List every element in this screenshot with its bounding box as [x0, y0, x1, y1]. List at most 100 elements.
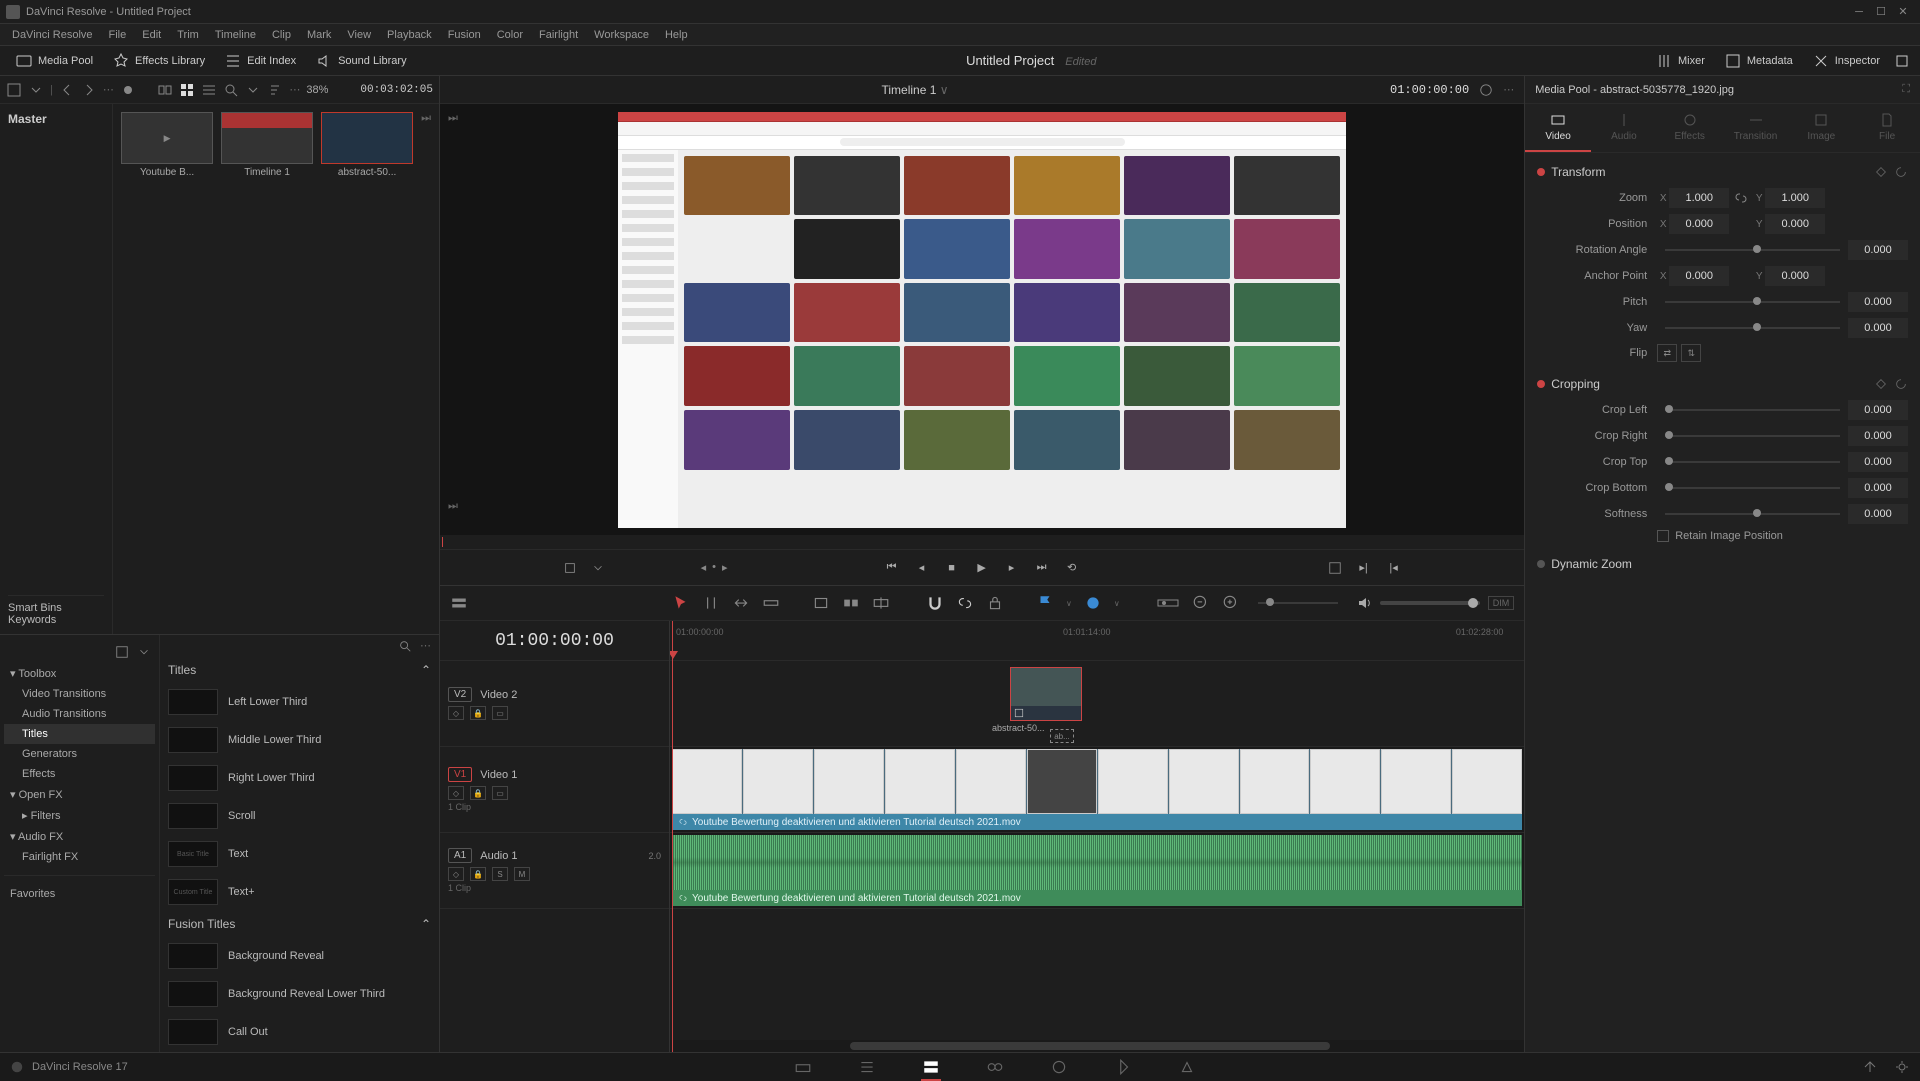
dynamic-trim-icon[interactable] — [732, 594, 750, 612]
bin-list-icon[interactable] — [6, 82, 22, 98]
timeline-view-options-icon[interactable] — [450, 594, 468, 612]
insert-clip-icon[interactable] — [812, 594, 830, 612]
auto-select-icon[interactable]: ◇ — [448, 706, 464, 720]
auto-select-icon[interactable]: ◇ — [448, 867, 464, 881]
menu-trim[interactable]: Trim — [169, 29, 207, 41]
track-badge-v1[interactable]: V1 — [448, 767, 472, 782]
metadata-toggle[interactable]: Metadata — [1715, 49, 1803, 73]
bypass-icon[interactable] — [1479, 83, 1493, 97]
search-icon[interactable] — [223, 82, 239, 98]
prev-frame-button[interactable]: ◂ — [914, 560, 930, 576]
blade-tool-icon[interactable] — [762, 594, 780, 612]
title-text[interactable]: Basic TitleText — [160, 835, 439, 873]
title-right-lower-third[interactable]: Right Lower Third — [160, 759, 439, 797]
timeline-tracks-area[interactable]: 01:00:00:00 01:01:14:00 01:02:28:00 abst… — [670, 621, 1524, 1052]
volume-slider[interactable] — [1380, 601, 1480, 605]
view-grid-icon[interactable] — [179, 82, 195, 98]
softness-input[interactable] — [1848, 504, 1908, 524]
fx-group-audiofx[interactable]: ▾ Audio FX — [4, 826, 155, 847]
lock-track-icon[interactable]: 🔒 — [470, 706, 486, 720]
fx-filters[interactable]: ▸ Filters — [4, 805, 155, 826]
crop-right-slider[interactable] — [1665, 435, 1840, 437]
pitch-slider[interactable] — [1665, 301, 1840, 303]
page-fusion[interactable] — [983, 1057, 1007, 1077]
zoom-y-input[interactable] — [1765, 188, 1825, 208]
clip-v1-youtube[interactable]: Youtube Bewertung deaktivieren und aktiv… — [672, 749, 1522, 830]
menu-fairlight[interactable]: Fairlight — [531, 29, 586, 41]
sound-library-toggle[interactable]: Sound Library — [306, 49, 417, 73]
page-deliver[interactable] — [1175, 1057, 1199, 1077]
menu-clip[interactable]: Clip — [264, 29, 299, 41]
viewer-timecode[interactable]: 01:00:00:00 — [1390, 83, 1469, 97]
pitch-input[interactable] — [1848, 292, 1908, 312]
menu-mark[interactable]: Mark — [299, 29, 339, 41]
fx-effects[interactable]: Effects — [4, 764, 155, 784]
trim-tool-icon[interactable] — [702, 594, 720, 612]
dynamic-zoom-header[interactable]: Dynamic Zoom — [1551, 557, 1632, 571]
clip-a1-youtube[interactable]: Youtube Bewertung deaktivieren und aktiv… — [672, 835, 1522, 906]
title-scroll[interactable]: Scroll — [160, 797, 439, 835]
fusion-bg-reveal[interactable]: Background Reveal — [160, 937, 439, 975]
chevron-down-icon[interactable] — [137, 645, 151, 659]
fx-audio-transitions[interactable]: Audio Transitions — [4, 704, 155, 724]
collapse-icon[interactable]: ⌃ — [421, 917, 431, 931]
transform-header[interactable]: Transform — [1551, 165, 1605, 179]
media-zoom-pct[interactable]: 38% — [306, 84, 328, 96]
enable-dot-icon[interactable] — [1537, 168, 1545, 176]
timeline-h-scrollbar[interactable] — [670, 1040, 1524, 1052]
menu-playback[interactable]: Playback — [379, 29, 440, 41]
enable-dot-icon[interactable] — [1537, 560, 1545, 568]
expand-button[interactable] — [1890, 49, 1914, 73]
page-media[interactable] — [791, 1057, 815, 1077]
menu-workspace[interactable]: Workspace — [586, 29, 657, 41]
menu-file[interactable]: File — [101, 29, 135, 41]
timeline-ruler[interactable]: 01:00:00:00 01:01:14:00 01:02:28:00 — [670, 621, 1524, 661]
track-header-v1[interactable]: V1Video 1 ◇🔒▭ 1 Clip — [440, 747, 669, 833]
fx-group-toolbox[interactable]: ▾ Toolbox — [4, 663, 155, 684]
edit-index-toggle[interactable]: Edit Index — [215, 49, 306, 73]
position-x-input[interactable] — [1669, 214, 1729, 234]
zoom-out-icon[interactable] — [1192, 594, 1210, 612]
title-text-plus[interactable]: Custom TitleText+ — [160, 873, 439, 911]
replace-clip-icon[interactable] — [872, 594, 890, 612]
cropping-header[interactable]: Cropping — [1551, 377, 1600, 391]
disable-video-icon[interactable]: ▭ — [492, 706, 508, 720]
crop-bottom-input[interactable] — [1848, 478, 1908, 498]
fx-fairlight[interactable]: Fairlight FX — [4, 847, 155, 867]
crop-top-slider[interactable] — [1665, 461, 1840, 463]
anchor-x-input[interactable] — [1669, 266, 1729, 286]
lock-track-icon[interactable]: 🔒 — [470, 786, 486, 800]
maximize-button[interactable]: ☐ — [1870, 4, 1892, 20]
keyframe-icon[interactable] — [1874, 377, 1888, 391]
rotation-slider[interactable] — [1665, 249, 1840, 251]
smart-bin-keywords[interactable]: Keywords — [8, 614, 104, 626]
title-left-lower-third[interactable]: Left Lower Third — [160, 683, 439, 721]
flag-icon[interactable] — [1036, 594, 1054, 612]
more-icon[interactable]: ⋯ — [1503, 83, 1514, 96]
expand-icon[interactable]: ⛶ — [1902, 83, 1910, 96]
zoom-x-input[interactable] — [1669, 188, 1729, 208]
skip-forward-icon[interactable]: ⏭ — [421, 112, 431, 125]
inspector-toggle[interactable]: Inspector — [1803, 49, 1890, 73]
menu-timeline[interactable]: Timeline — [207, 29, 264, 41]
collapse-icon[interactable]: ⌃ — [421, 663, 431, 677]
crop-bottom-slider[interactable] — [1665, 487, 1840, 489]
auto-select-icon[interactable]: ◇ — [448, 786, 464, 800]
track-v1[interactable]: Youtube Bewertung deaktivieren und aktiv… — [670, 747, 1524, 833]
more-icon[interactable]: ⋯ — [420, 639, 431, 653]
reset-icon[interactable] — [1894, 377, 1908, 391]
fusion-bg-reveal-lt[interactable]: Background Reveal Lower Third — [160, 975, 439, 1013]
master-bin[interactable]: Master — [8, 112, 104, 126]
skip-forward-icon[interactable]: ⏭ — [448, 500, 458, 513]
menu-help[interactable]: Help — [657, 29, 696, 41]
zoom-in-icon[interactable] — [1222, 594, 1240, 612]
playhead[interactable] — [672, 621, 673, 1052]
timeline-name[interactable]: Timeline 1 — [881, 83, 936, 97]
keyframe-icon[interactable] — [1874, 165, 1888, 179]
page-cut[interactable] — [855, 1057, 879, 1077]
clip-v2-abstract[interactable] — [1010, 667, 1082, 721]
skip-forward-icon[interactable]: ⏭ — [448, 112, 458, 125]
mute-button[interactable]: M — [514, 867, 530, 881]
last-frame-button[interactable]: ⏭ — [1034, 560, 1050, 576]
chevron-down-icon[interactable] — [591, 561, 605, 575]
